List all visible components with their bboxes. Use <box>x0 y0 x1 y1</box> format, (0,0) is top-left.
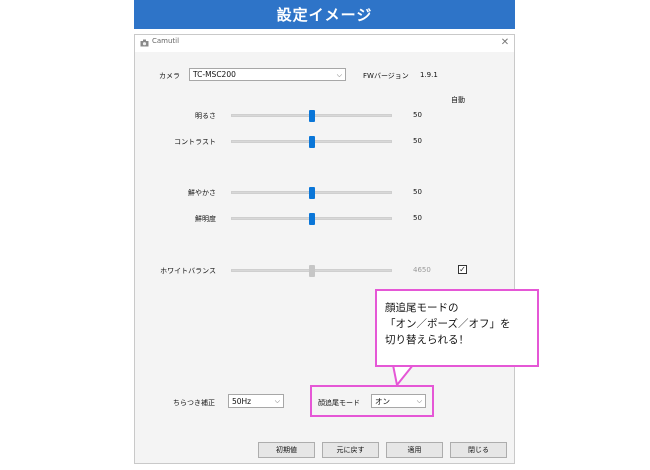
flicker-select[interactable]: 50Hz ⌵ <box>228 394 284 408</box>
callout-note: 顔追尾モードの 「オン／ポーズ／オフ」を 切り替えられる！ <box>375 289 539 367</box>
auto-checkbox[interactable]: ✓ <box>458 265 467 274</box>
slider-value: 50 <box>413 214 422 222</box>
slider-thumb <box>308 265 315 277</box>
auto-column-header: 自動 <box>451 96 465 104</box>
close-icon[interactable]: ✕ <box>498 35 512 51</box>
window-title: Camutil <box>152 37 180 45</box>
slider-value: 50 <box>413 137 422 145</box>
camera-select-value: TC-MSC200 <box>193 70 236 79</box>
chevron-down-icon: ⌵ <box>274 397 280 405</box>
slider-thumb[interactable] <box>308 213 315 225</box>
slider-thumb[interactable] <box>308 136 315 148</box>
page-title-banner: 設定イメージ <box>134 0 515 29</box>
slider-thumb[interactable] <box>308 110 315 122</box>
fw-version-label: FWバージョン <box>363 72 409 80</box>
title-bar: Camutil ✕ <box>135 35 514 52</box>
callout-line-3: 切り替えられる！ <box>385 334 469 346</box>
slider-label: 鮮やかさ <box>188 189 216 197</box>
slider-label: ホワイトバランス <box>160 267 216 275</box>
slider-value: 50 <box>413 188 422 196</box>
fw-version-value: 1.9.1 <box>420 71 438 79</box>
callout-line-2: 「オン／ポーズ／オフ」を <box>385 318 511 330</box>
slider-value: 50 <box>413 111 422 119</box>
close-button[interactable]: 閉じる <box>450 442 507 458</box>
flicker-label: ちらつき補正 <box>173 399 215 407</box>
camera-select[interactable]: TC-MSC200 ⌵ <box>189 68 346 81</box>
tracking-mode-highlight <box>310 385 434 417</box>
slider-label: コントラスト <box>174 138 216 146</box>
revert-button[interactable]: 元に戻す <box>322 442 379 458</box>
camera-app-icon <box>140 39 149 47</box>
slider-label: 明るさ <box>195 112 216 120</box>
slider-label: 鮮明度 <box>195 215 216 223</box>
reset-button[interactable]: 初期値 <box>258 442 315 458</box>
camera-label: カメラ <box>159 72 180 80</box>
callout-tail <box>391 364 416 386</box>
slider-value: 4650 <box>413 266 431 274</box>
flicker-select-value: 50Hz <box>232 396 252 406</box>
callout-line-1: 顔追尾モードの <box>385 302 459 314</box>
slider-thumb[interactable] <box>308 187 315 199</box>
chevron-down-icon: ⌵ <box>336 71 342 79</box>
apply-button[interactable]: 適用 <box>386 442 443 458</box>
